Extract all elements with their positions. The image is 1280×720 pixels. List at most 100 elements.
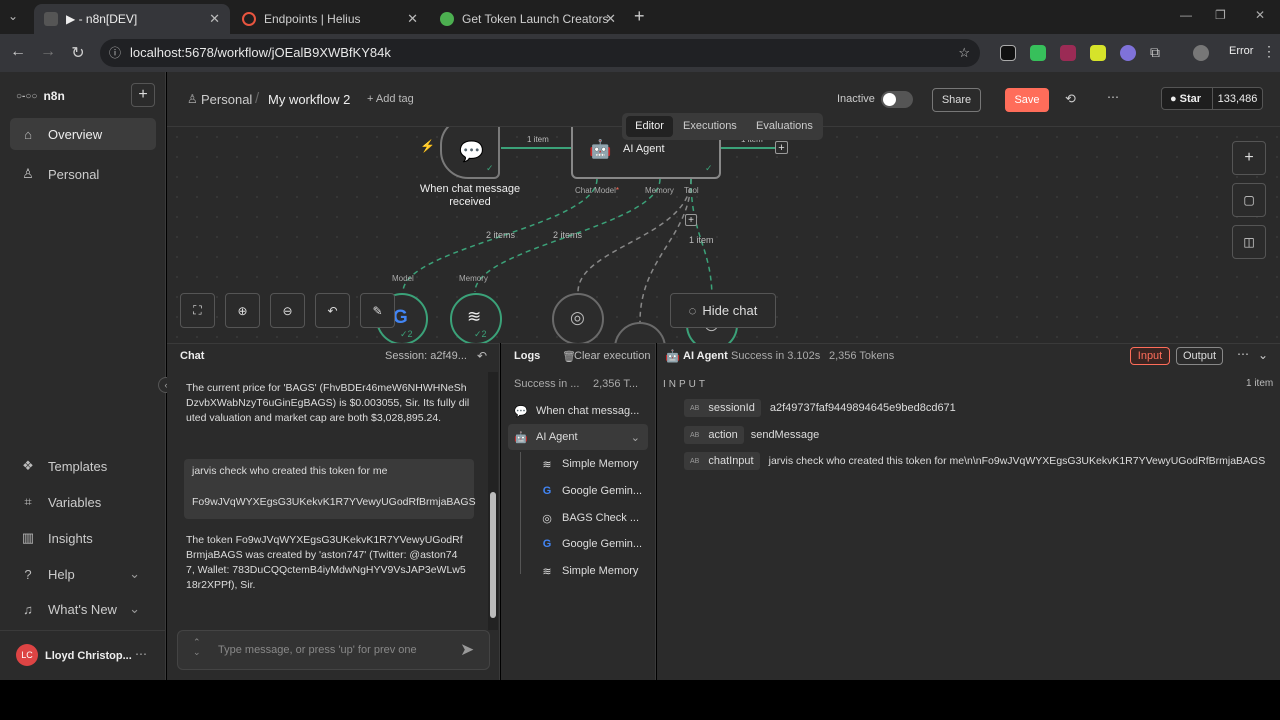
sidebar-item-label: What's New [48, 601, 117, 617]
extension-1-icon[interactable] [1000, 45, 1016, 61]
browser-tab-token[interactable]: Get Token Launch Creators - Ba ✕ [430, 4, 626, 34]
browser-menu-icon[interactable]: ⋮ [1262, 43, 1276, 60]
browser-tab-helius[interactable]: Endpoints | Helius ✕ [232, 4, 428, 34]
history-icon[interactable]: ⟲ [1065, 91, 1076, 107]
browser-tab-n8n[interactable]: ▶ - n8n[DEV] ✕ [34, 4, 230, 34]
sub-node-memory-label: Memory [459, 274, 488, 283]
chat-input-box[interactable]: ⌃ ⌄ Type message, or press 'up' for prev … [177, 630, 490, 670]
log-item[interactable]: ◎ BAGS Check ... [540, 509, 650, 527]
variables-icon: ⌗ [24, 494, 32, 509]
tab-input[interactable]: Input [1130, 347, 1170, 365]
history-arrows-icon[interactable]: ⌃ ⌄ [193, 637, 201, 657]
session-id[interactable]: Session: a2f49... [385, 350, 467, 362]
home-icon: ⌂ [24, 126, 32, 142]
toggle-panel-button[interactable]: ◫ [1232, 225, 1266, 259]
zoom-out-button[interactable]: ⊖ [270, 293, 305, 328]
breadcrumb-project[interactable]: Personal [201, 92, 252, 107]
scrollbar-thumb[interactable] [490, 492, 496, 618]
workflow-canvas[interactable]: ⚡ 💬 ✓ When chat message received 1 item … [167, 127, 1280, 343]
tab-editor[interactable]: Editor [626, 116, 673, 137]
user-menu-icon[interactable]: ⋯ [135, 647, 147, 661]
add-node-button[interactable]: + [775, 141, 788, 154]
logo[interactable]: ○-○○ n8n [16, 89, 65, 103]
logs-panel: Logs 🗑 Clear execution Success in ... 2,… [501, 343, 656, 680]
extension-5-icon[interactable] [1120, 45, 1136, 61]
add-tool-button[interactable]: + [685, 214, 697, 226]
extensions-puzzle-icon[interactable]: ⧉ [1150, 44, 1160, 61]
extension-2-icon[interactable] [1030, 45, 1046, 61]
undo-button[interactable]: ↶ [315, 293, 350, 328]
share-button[interactable]: Share [932, 88, 981, 112]
site-info-icon[interactable]: ⓘ [109, 39, 121, 67]
close-tab-icon[interactable]: ✕ [605, 11, 616, 27]
address-bar[interactable]: ⓘ localhost:5678/workflow/jOEalB9XWBfKY8… [100, 39, 980, 67]
avatar[interactable]: LC [16, 644, 38, 666]
sticky-note-button[interactable]: ▢ [1232, 183, 1266, 217]
close-tab-icon[interactable]: ✕ [209, 11, 220, 27]
log-item-label: Google Gemin... [562, 485, 643, 497]
simple-memory-node[interactable]: ≋ ✓2 [450, 293, 502, 343]
workflow-name[interactable]: My workflow 2 [268, 92, 350, 107]
github-star-button[interactable]: ● Star 133,486 [1161, 87, 1263, 110]
robot-icon: 🤖 [665, 349, 680, 363]
bottom-bar [0, 680, 1280, 720]
back-icon[interactable]: ← [8, 43, 28, 61]
clear-execution-button[interactable]: Clear execution [574, 350, 650, 362]
log-item-label: Simple Memory [562, 565, 639, 577]
workflow-menu-icon[interactable]: ⋯ [1107, 90, 1119, 104]
add-tag-button[interactable]: + Add tag [367, 93, 414, 105]
tidy-up-button[interactable]: ✎ [360, 293, 395, 328]
tab-evaluations[interactable]: Evaluations [756, 116, 813, 137]
reset-session-icon[interactable]: ↶ [477, 349, 487, 363]
maximize-icon[interactable]: ❐ [1215, 8, 1226, 22]
active-toggle[interactable] [881, 91, 913, 108]
sidebar-item-variables[interactable]: ⌗ Variables [10, 486, 156, 518]
bookmark-star-icon[interactable]: ☆ [958, 39, 970, 67]
hide-chat-button[interactable]: ◌ Hide chat [670, 293, 776, 328]
robot-icon: 🤖 [514, 431, 528, 444]
scrollbar[interactable] [488, 372, 498, 630]
extension-3-icon[interactable] [1060, 45, 1076, 61]
log-item[interactable]: ≋ Simple Memory [540, 562, 650, 580]
edge-label: 2 items [486, 230, 516, 240]
http-tool-node[interactable]: ◎ [552, 293, 604, 343]
user-name: Lloyd Christop... [45, 650, 132, 662]
close-window-icon[interactable]: ✕ [1255, 8, 1265, 22]
minimize-icon[interactable]: — [1180, 8, 1192, 22]
sidebar-item-help[interactable]: ? Help ⌄ [10, 558, 156, 590]
log-item[interactable]: 💬 When chat messag... [514, 402, 650, 420]
create-button[interactable]: + [131, 83, 155, 107]
profile-error-label[interactable]: Error [1229, 45, 1253, 57]
log-item-selected[interactable]: 🤖 AI Agent ⌄ [508, 424, 648, 450]
reload-icon[interactable]: ↻ [68, 43, 88, 63]
sidebar-item-insights[interactable]: ▥ Insights [10, 522, 156, 554]
sidebar-item-templates[interactable]: ❖ Templates [10, 450, 156, 482]
send-icon[interactable]: ➤ [460, 640, 474, 660]
profile-avatar[interactable] [1193, 45, 1209, 61]
insights-icon: ▥ [21, 530, 35, 545]
collapse-panel-icon[interactable]: ⌄ [1258, 348, 1268, 362]
log-item[interactable]: G Google Gemin... [540, 535, 650, 553]
close-tab-icon[interactable]: ✕ [407, 11, 418, 27]
chat-panel: Chat Session: a2f49... ↶ The current pri… [167, 343, 500, 680]
sidebar-item-overview[interactable]: ⌂ Overview [10, 118, 156, 150]
fit-view-button[interactable]: ⛶ [180, 293, 215, 328]
tab-title: Get Token Launch Creators - Ba [462, 12, 612, 26]
user-message-line: jarvis check who created this token for … [192, 465, 388, 477]
zoom-in-button[interactable]: ⊕ [225, 293, 260, 328]
more-options-icon[interactable]: ⋯ [1237, 347, 1249, 361]
log-item[interactable]: G Google Gemin... [540, 482, 650, 500]
tab-search-icon[interactable]: ⌄ [8, 9, 18, 23]
save-button[interactable]: Save [1005, 88, 1049, 112]
log-item[interactable]: ≋ Simple Memory [540, 455, 650, 473]
trigger-node[interactable]: 💬 ✓ [440, 127, 500, 179]
chevron-down-icon[interactable]: ⌄ [631, 431, 640, 444]
sidebar-item-whats-new[interactable]: ♫ What's New ⌄ [10, 593, 156, 625]
add-node-panel-button[interactable]: + [1232, 141, 1266, 175]
tab-executions[interactable]: Executions [683, 116, 737, 137]
tab-output[interactable]: Output [1176, 347, 1223, 365]
new-tab-icon[interactable]: + [634, 6, 645, 27]
sidebar-item-personal[interactable]: ♙ Personal [10, 158, 156, 190]
extension-4-icon[interactable] [1090, 45, 1106, 61]
forward-icon[interactable]: → [38, 43, 58, 61]
